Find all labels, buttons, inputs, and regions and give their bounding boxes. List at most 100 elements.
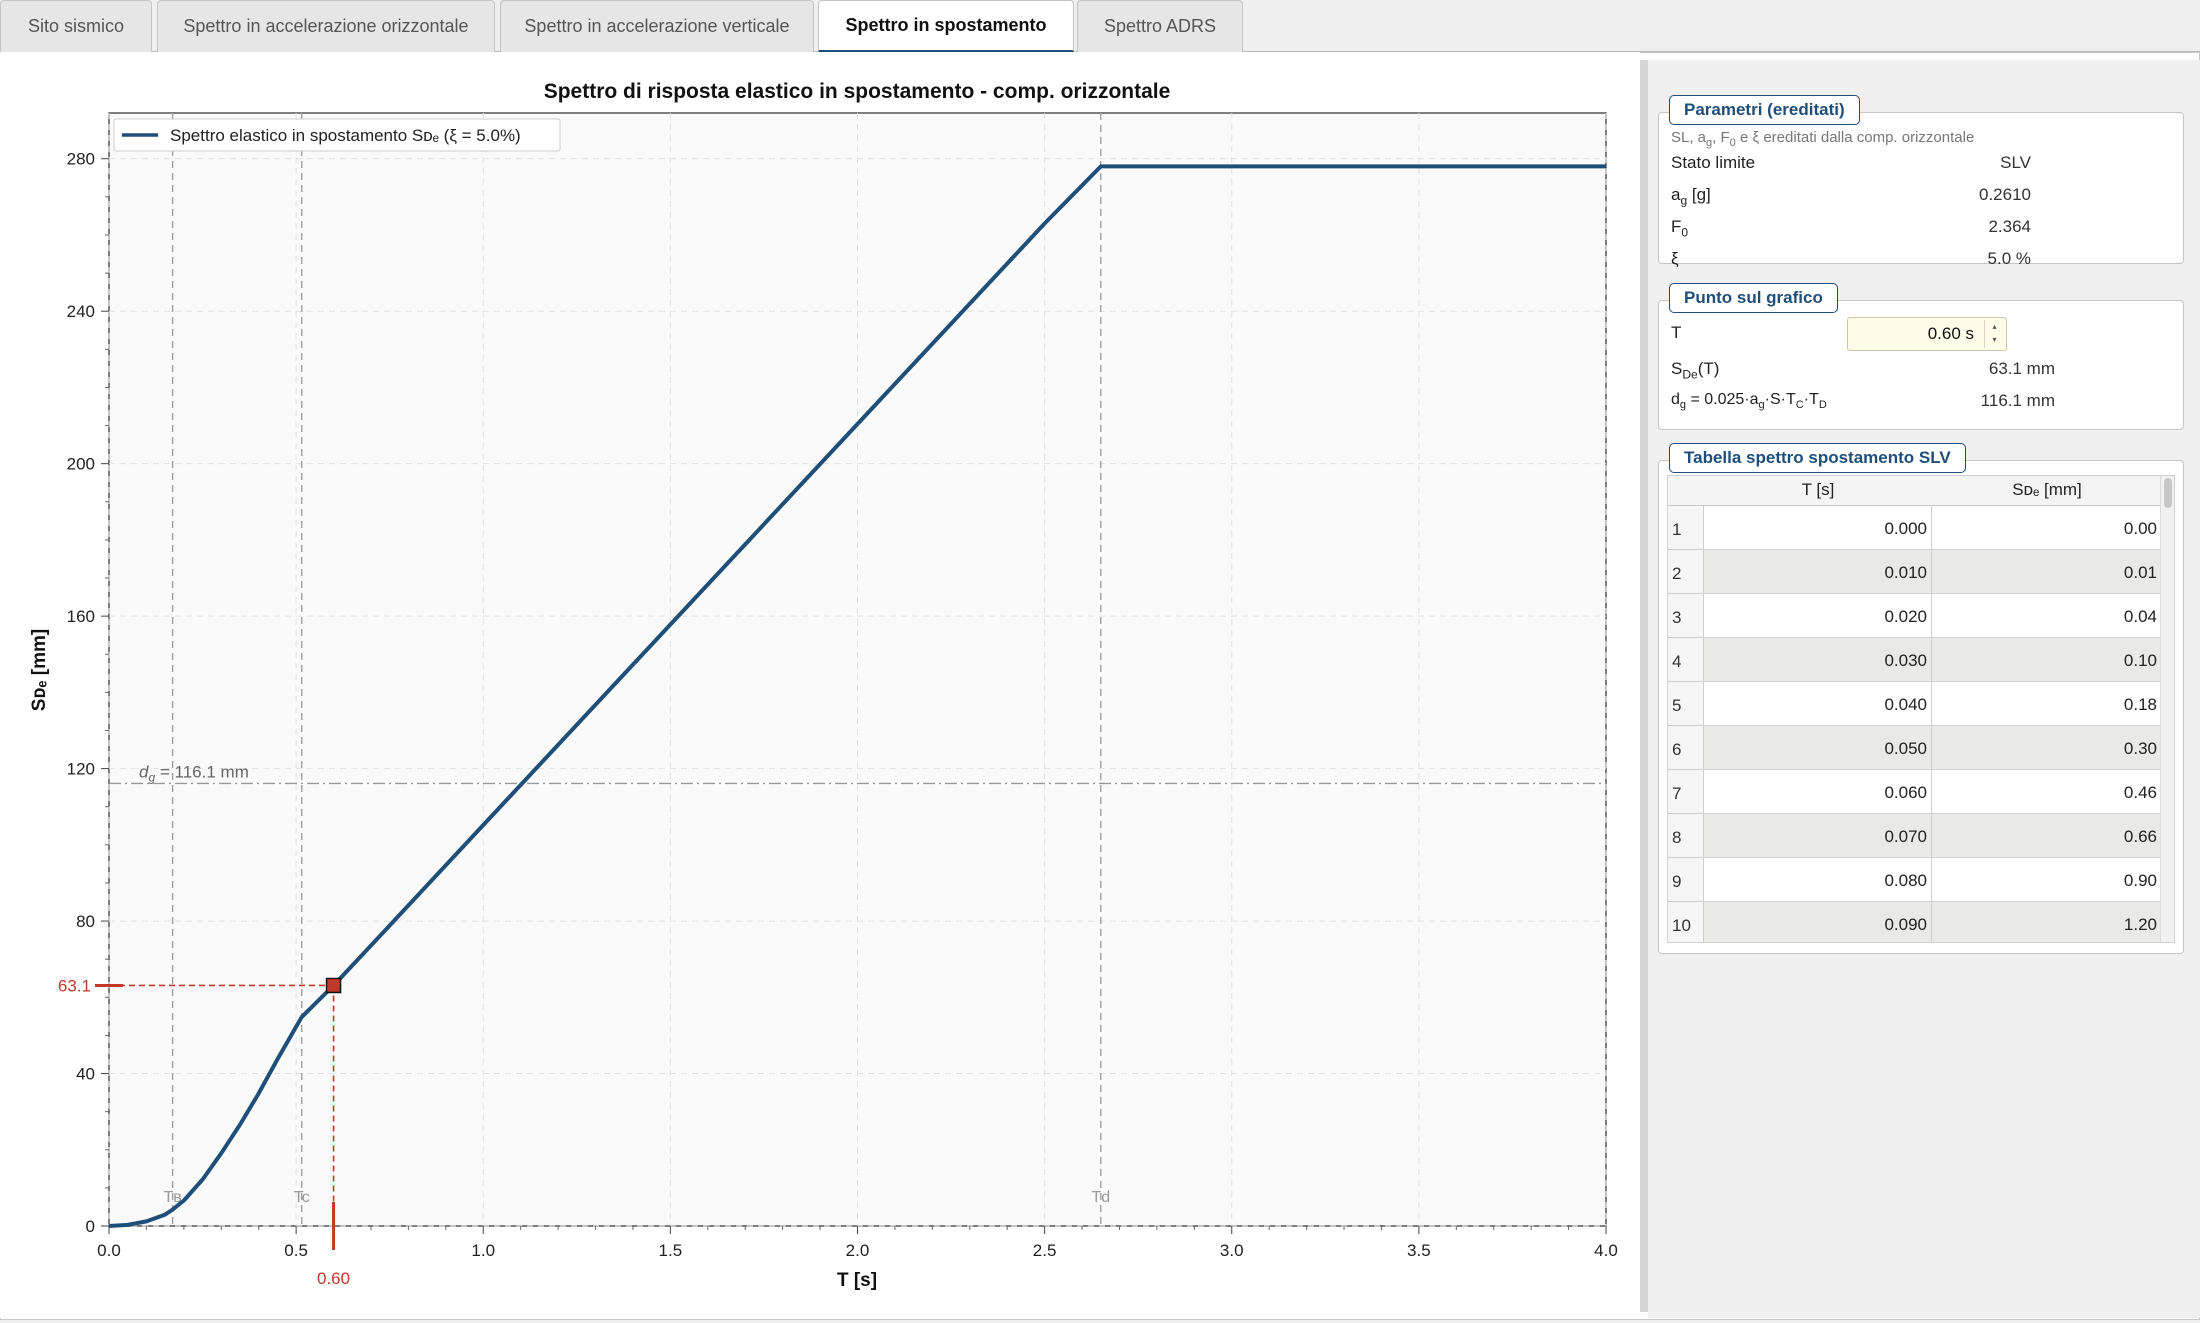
- cell-sde[interactable]: 0.66: [1932, 814, 2162, 858]
- tab-label: Sito sismico: [27, 16, 125, 36]
- cell-sde[interactable]: 0.01: [1932, 550, 2162, 594]
- x-tick-label: 3.5: [1407, 1241, 1431, 1260]
- cell-sde[interactable]: 0.46: [1932, 770, 2162, 814]
- cell-t[interactable]: 0.090: [1704, 902, 1932, 942]
- dg-value: 116.1 mm: [1980, 391, 2055, 410]
- cell-sde[interactable]: 0.18: [1932, 682, 2162, 726]
- params-note: SL, ag, F0 e ξ ereditati dalla comp. ori…: [1671, 129, 1975, 149]
- dg-line-label: dg = 116.1 mm: [139, 762, 249, 784]
- x-axis-label: T [s]: [837, 1270, 877, 1291]
- cell-t[interactable]: 0.060: [1704, 770, 1932, 814]
- cell-t[interactable]: 0.020: [1704, 594, 1932, 638]
- y-tick-label: 240: [67, 302, 95, 321]
- row-number[interactable]: 5: [1668, 682, 1704, 726]
- y-tick-label: 0: [86, 1217, 95, 1236]
- t-label: T: [1671, 323, 1682, 342]
- t-spinbox-value[interactable]: 0.60 s: [1928, 324, 1974, 344]
- sde-value: 63.1 mm: [1988, 359, 2055, 378]
- cell-sde[interactable]: 0.30: [1932, 726, 2162, 770]
- spectrum-table[interactable]: T [s] Sᴅₑ [mm] 1 0.000 0.00 2 0.010 0.01 3 0.02…: [1667, 475, 2175, 943]
- tab-spettro-acc-orizzontale[interactable]: Spettro in accelerazione orizzontale: [157, 0, 495, 52]
- row-number[interactable]: 9: [1668, 858, 1704, 902]
- params-group-title: Parametri (ereditati): [1669, 95, 1860, 125]
- tab-label: Spettro in accelerazione verticale: [524, 16, 790, 36]
- ag-value: 0.2610: [1979, 185, 2031, 204]
- period-guide-label: Td: [1091, 1189, 1110, 1206]
- y-axis-label: Sᴅₑ [mm]: [29, 629, 50, 711]
- table-scrollbar[interactable]: [2160, 476, 2174, 942]
- row-number[interactable]: 3: [1668, 594, 1704, 638]
- point-marker: [325, 977, 342, 994]
- cell-sde[interactable]: 1.20: [1932, 902, 2162, 942]
- table-row[interactable]: 2 0.010 0.01: [1668, 550, 2162, 594]
- cell-sde[interactable]: 0.10: [1932, 638, 2162, 682]
- tab-spettro-adrs[interactable]: Spettro ADRS: [1077, 0, 1243, 52]
- tab-spettro-spostamento[interactable]: Spettro in spostamento: [818, 0, 1074, 53]
- column-header-sde[interactable]: Sᴅₑ [mm]: [1932, 480, 2162, 500]
- y-tick-label: 200: [67, 455, 95, 474]
- table-row[interactable]: 4 0.030 0.10: [1668, 638, 2162, 682]
- table-row[interactable]: 9 0.080 0.90: [1668, 858, 2162, 902]
- xi-value: 5.0 %: [1987, 249, 2031, 268]
- table-row[interactable]: 7 0.060 0.46: [1668, 770, 2162, 814]
- table-row[interactable]: 6 0.050 0.30: [1668, 726, 2162, 770]
- x-tick-label: 0.5: [284, 1241, 308, 1260]
- x-tick-label: 1.5: [659, 1241, 683, 1260]
- y-tick-label: 280: [67, 150, 95, 169]
- tab-label: Spettro ADRS: [1103, 16, 1217, 36]
- panel-splitter[interactable]: [1640, 60, 1648, 1312]
- cell-sde[interactable]: 0.00: [1932, 506, 2162, 550]
- row-number[interactable]: 1: [1668, 506, 1704, 550]
- cell-t[interactable]: 0.030: [1704, 638, 1932, 682]
- tab-bar: Sito sismico Spettro in accelerazione or…: [0, 0, 2200, 53]
- marker-x-label: 0.60: [317, 1269, 350, 1288]
- stato-limite-value: SLV: [2000, 153, 2031, 172]
- cell-t[interactable]: 0.070: [1704, 814, 1932, 858]
- scrollbar-thumb[interactable]: [2164, 478, 2172, 508]
- row-number[interactable]: 2: [1668, 550, 1704, 594]
- x-tick-label: 3.0: [1220, 1241, 1244, 1260]
- table-row[interactable]: 5 0.040 0.18: [1668, 682, 2162, 726]
- cell-t[interactable]: 0.080: [1704, 858, 1932, 902]
- row-number[interactable]: 7: [1668, 770, 1704, 814]
- f0-label: F0: [1671, 217, 1689, 240]
- side-panel: Parametri (ereditati) SL, ag, F0 e ξ ere…: [1648, 60, 2200, 1318]
- point-group: Punto sul grafico T 0.60 s ▴ ▾ SDe(T) 63.…: [1658, 283, 2184, 430]
- row-number[interactable]: 4: [1668, 638, 1704, 682]
- table-row[interactable]: 3 0.020 0.04: [1668, 594, 2162, 638]
- legend: Spettro elastico in spostamento Sᴅₑ (ξ =…: [113, 118, 561, 152]
- spin-arrows-icon[interactable]: ▴ ▾: [1984, 320, 2004, 348]
- x-tick-label: 2.5: [1033, 1241, 1057, 1260]
- table-row[interactable]: 10 0.090 1.20: [1668, 902, 2162, 942]
- stato-limite-label: Stato limite: [1671, 153, 1756, 172]
- table-group: Tabella spettro spostamento SLV T [s] Sᴅ…: [1658, 443, 2184, 954]
- column-header-t[interactable]: T [s]: [1704, 480, 1932, 500]
- y-tick-label: 80: [76, 912, 95, 931]
- tab-label: Spettro in spostamento: [845, 15, 1047, 35]
- row-number[interactable]: 6: [1668, 726, 1704, 770]
- t-spinbox[interactable]: 0.60 s ▴ ▾: [1847, 317, 2007, 351]
- y-tick-label: 120: [67, 760, 95, 779]
- chart-panel[interactable]: Spettro di risposta elastico in spostame…: [0, 52, 1640, 1318]
- point-group-title: Punto sul grafico: [1669, 283, 1838, 313]
- row-number[interactable]: 10: [1668, 902, 1704, 942]
- row-number[interactable]: 8: [1668, 814, 1704, 858]
- x-tick-label: 4.0: [1594, 1241, 1618, 1260]
- cell-sde[interactable]: 0.90: [1932, 858, 2162, 902]
- cell-sde[interactable]: 0.04: [1932, 594, 2162, 638]
- cell-t[interactable]: 0.000: [1704, 506, 1932, 550]
- table-group-title: Tabella spettro spostamento SLV: [1669, 443, 1966, 473]
- tab-sito-sismico[interactable]: Sito sismico: [0, 0, 152, 52]
- legend-label: Spettro elastico in spostamento Sᴅₑ (ξ =…: [170, 126, 521, 145]
- cell-t[interactable]: 0.040: [1704, 682, 1932, 726]
- displacement-spectrum-chart[interactable]: Spettro di risposta elastico in spostame…: [0, 52, 1640, 1318]
- marker-y-label: 63.1: [58, 976, 91, 995]
- cell-t[interactable]: 0.050: [1704, 726, 1932, 770]
- x-tick-label: 0.0: [97, 1241, 121, 1260]
- dg-label: dg = 0.025·ag·S·TC·TD: [1671, 391, 1827, 412]
- cell-t[interactable]: 0.010: [1704, 550, 1932, 594]
- tab-label: Spettro in accelerazione orizzontale: [183, 16, 469, 36]
- table-row[interactable]: 8 0.070 0.66: [1668, 814, 2162, 858]
- tab-spettro-acc-verticale[interactable]: Spettro in accelerazione verticale: [500, 0, 814, 52]
- table-row[interactable]: 1 0.000 0.00: [1668, 506, 2162, 550]
